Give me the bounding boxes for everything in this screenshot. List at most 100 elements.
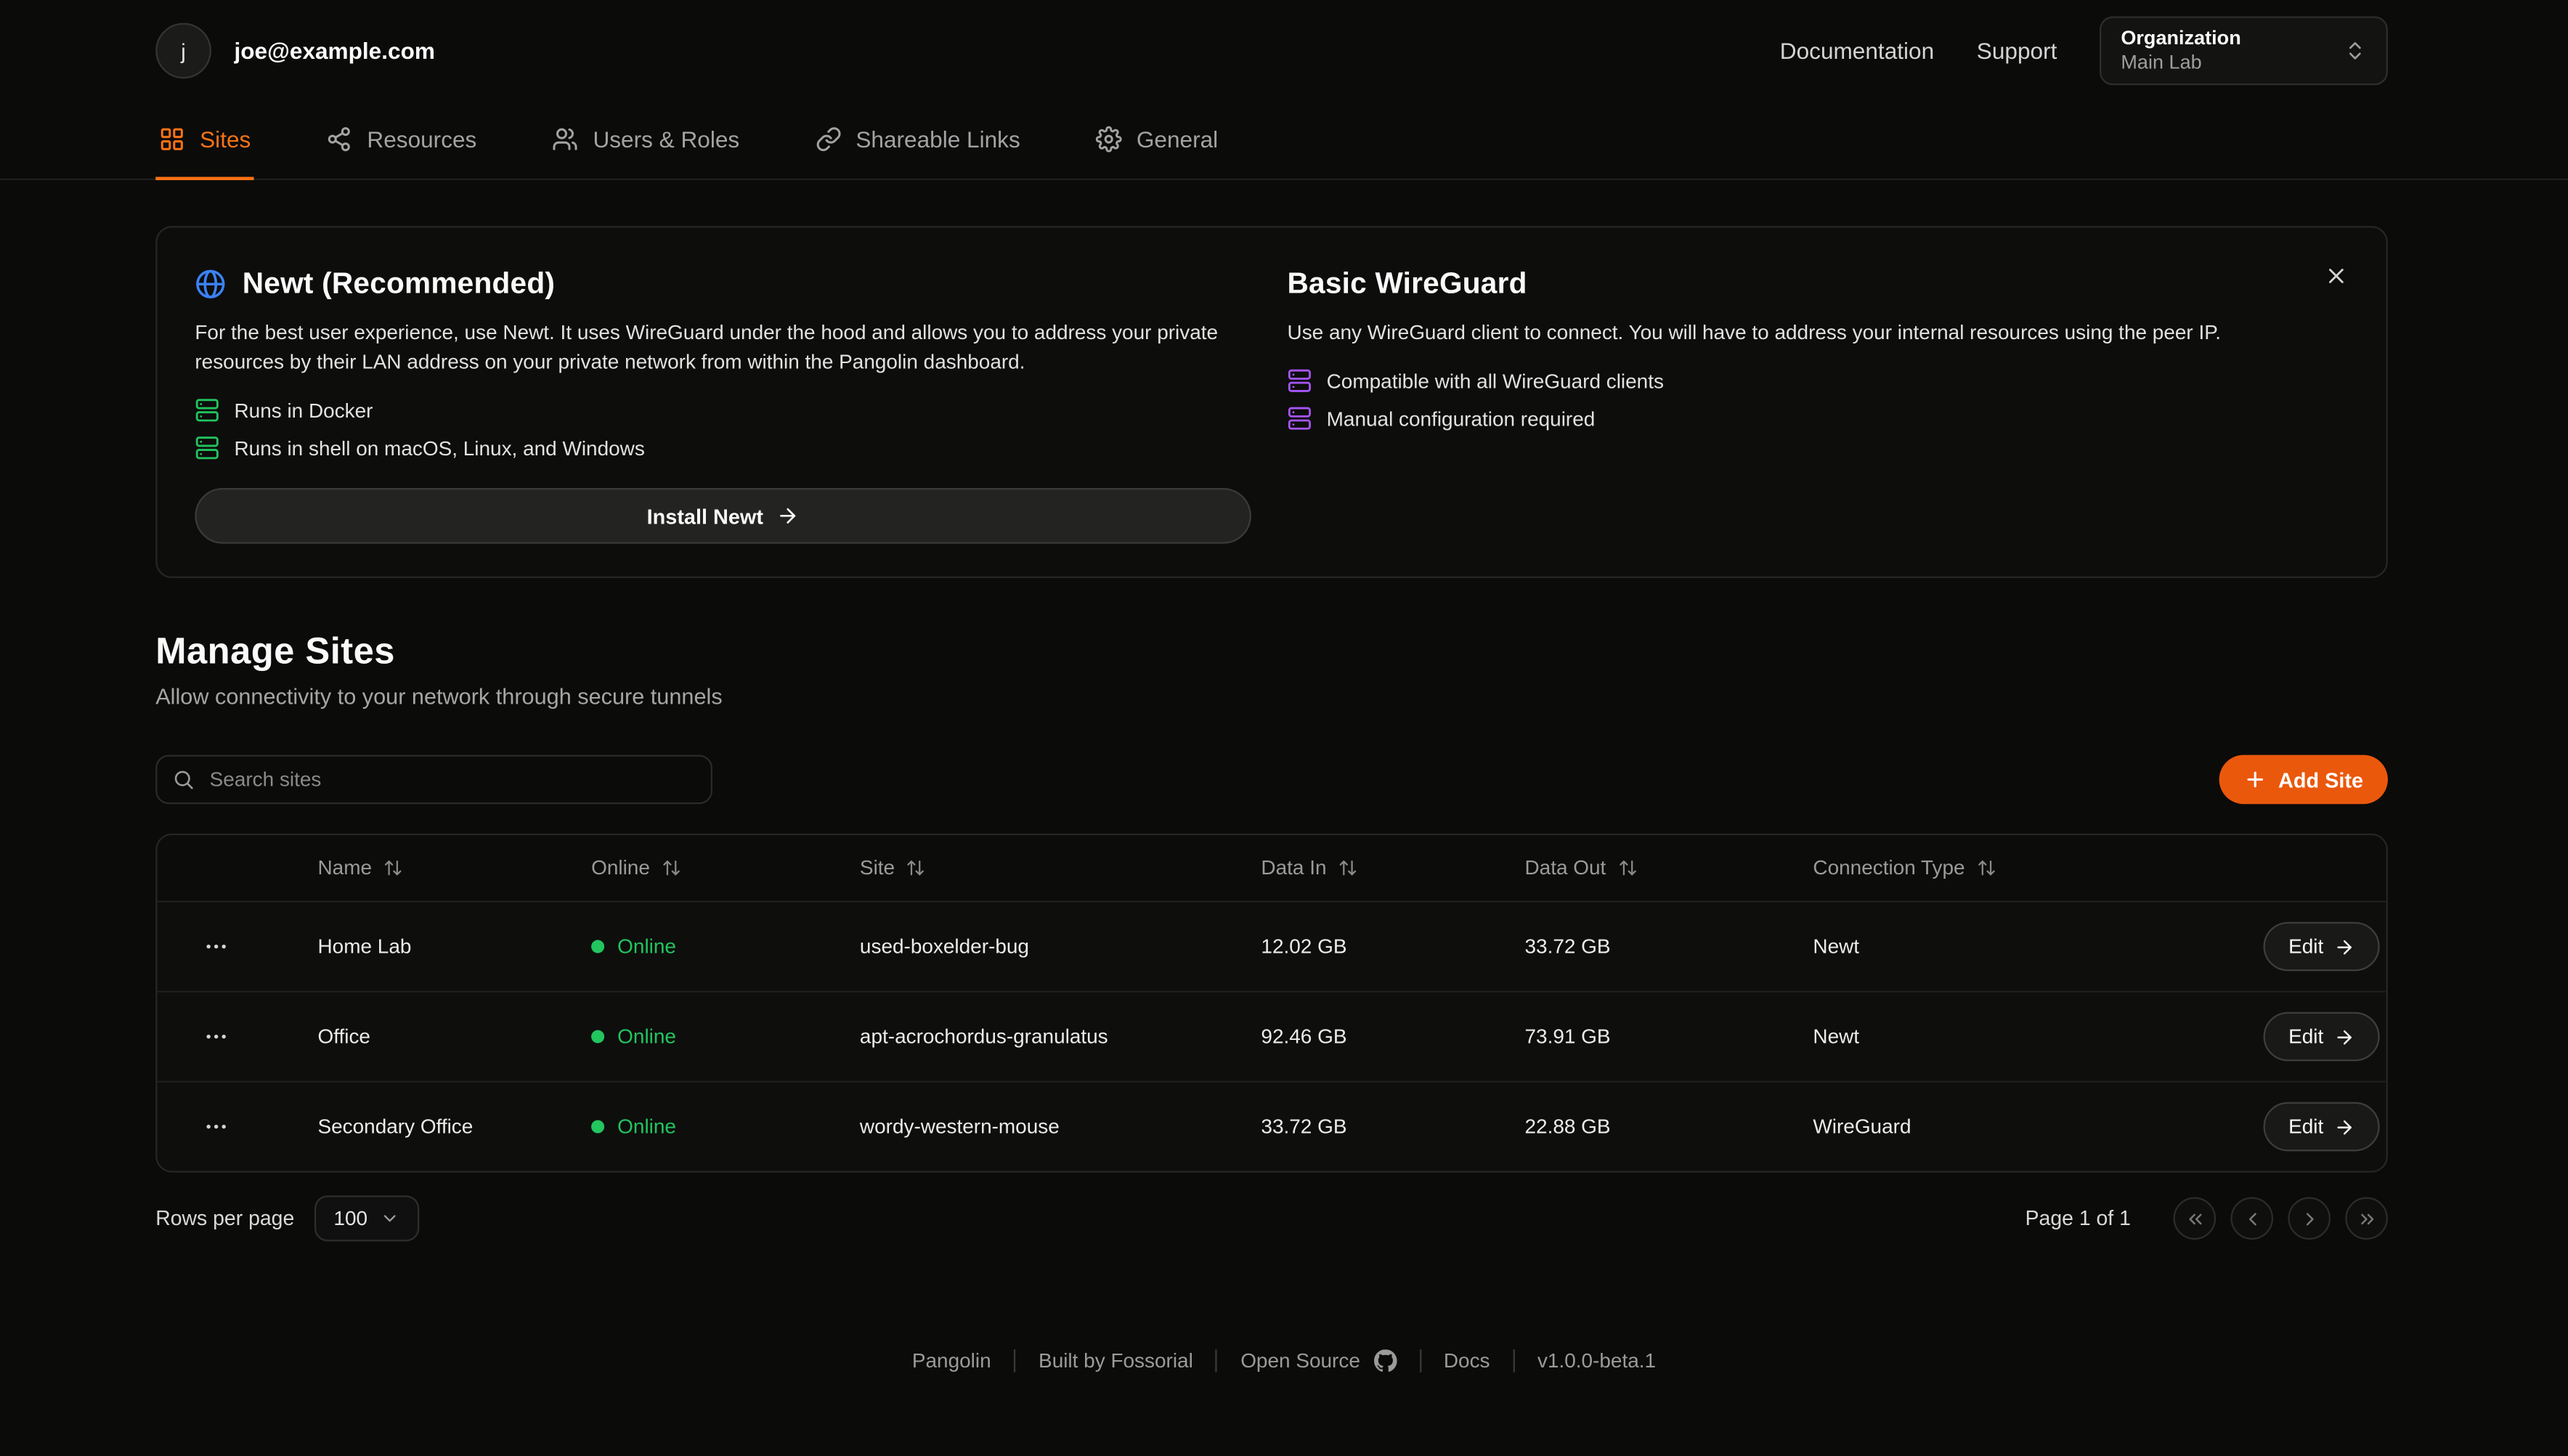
online-dot bbox=[591, 1030, 604, 1043]
newt-feature: Runs in Docker bbox=[195, 398, 1251, 423]
row-menu-button[interactable] bbox=[193, 1019, 239, 1055]
tab-users-roles[interactable]: Users & Roles bbox=[549, 102, 743, 179]
main-nav: Sites Resources Users & Roles Shareable … bbox=[155, 102, 2388, 179]
grid-icon bbox=[159, 126, 185, 152]
tab-label: Sites bbox=[200, 126, 251, 152]
tab-resources[interactable]: Resources bbox=[323, 102, 480, 179]
data-out: 33.72 GB bbox=[1511, 935, 1800, 959]
search-icon bbox=[172, 768, 195, 792]
sort-icon bbox=[1976, 858, 1996, 878]
wireguard-panel: Basic WireGuard Use any WireGuard client… bbox=[1288, 267, 2344, 544]
ellipsis-icon bbox=[203, 933, 229, 959]
wireguard-title: Basic WireGuard bbox=[1288, 267, 1527, 301]
connection-type: Newt bbox=[1800, 1025, 2237, 1049]
share-nodes-icon bbox=[326, 126, 352, 152]
globe-icon bbox=[195, 269, 226, 300]
ellipsis-icon bbox=[203, 1023, 229, 1049]
column-label: Connection Type bbox=[1813, 856, 1964, 879]
table-header-row: Name Online Site Data In Data Out bbox=[157, 835, 2386, 900]
row-menu-button[interactable] bbox=[193, 929, 239, 965]
footer-built-by: Built by Fossorial bbox=[1039, 1349, 1193, 1372]
newt-description: For the best user experience, use Newt. … bbox=[195, 317, 1251, 376]
chevrons-up-down-icon bbox=[2344, 39, 2367, 62]
chevron-down-icon bbox=[381, 1208, 400, 1228]
footer-brand: Pangolin bbox=[912, 1349, 991, 1372]
footer-divider bbox=[1419, 1349, 1421, 1372]
footer-divider bbox=[1216, 1349, 1217, 1372]
site-name: Home Lab bbox=[304, 935, 578, 959]
connection-methods-card: Newt (Recommended) For the best user exp… bbox=[155, 226, 2388, 578]
status-badge: Online bbox=[591, 935, 847, 959]
page-subtitle: Allow connectivity to your network throu… bbox=[155, 685, 2388, 709]
docs-link[interactable]: Docs bbox=[1444, 1349, 1490, 1372]
server-icon bbox=[1288, 368, 1312, 393]
tab-label: Users & Roles bbox=[593, 126, 739, 152]
column-label: Name bbox=[317, 856, 372, 879]
next-page-button[interactable] bbox=[2288, 1197, 2331, 1240]
documentation-link[interactable]: Documentation bbox=[1780, 38, 1934, 64]
rows-per-page-value: 100 bbox=[333, 1207, 367, 1230]
row-menu-button[interactable] bbox=[193, 1109, 239, 1145]
tab-label: General bbox=[1137, 126, 1218, 152]
support-link[interactable]: Support bbox=[1977, 38, 2057, 64]
online-dot bbox=[591, 940, 604, 953]
edit-button[interactable]: Edit bbox=[2264, 922, 2380, 972]
org-selector-value: Main Lab bbox=[2121, 51, 2240, 76]
sort-data-in[interactable]: Data In bbox=[1248, 856, 1511, 879]
add-site-button[interactable]: Add Site bbox=[2219, 755, 2388, 805]
site-name: Office bbox=[304, 1025, 578, 1049]
edit-label: Edit bbox=[2288, 1025, 2323, 1049]
rows-per-page-label: Rows per page bbox=[155, 1207, 294, 1230]
tab-general[interactable]: General bbox=[1092, 102, 1222, 179]
sort-online[interactable]: Online bbox=[578, 856, 847, 879]
sort-connection-type[interactable]: Connection Type bbox=[1800, 856, 2237, 879]
sites-table: Name Online Site Data In Data Out bbox=[155, 834, 2388, 1173]
last-page-button[interactable] bbox=[2345, 1197, 2388, 1240]
data-in: 92.46 GB bbox=[1248, 1025, 1511, 1049]
sort-name[interactable]: Name bbox=[304, 856, 578, 879]
user-menu[interactable]: j joe@example.com bbox=[155, 23, 435, 79]
arrow-right-icon bbox=[2333, 1116, 2354, 1137]
rows-per-page-select[interactable]: 100 bbox=[314, 1195, 420, 1241]
sort-data-out[interactable]: Data Out bbox=[1511, 856, 1800, 879]
chevrons-right-icon bbox=[2356, 1208, 2377, 1229]
feature-label: Compatible with all WireGuard clients bbox=[1327, 370, 1664, 393]
footer-version: v1.0.0-beta.1 bbox=[1537, 1349, 1656, 1372]
add-site-label: Add Site bbox=[2278, 768, 2363, 792]
previous-page-button[interactable] bbox=[2230, 1197, 2273, 1240]
install-newt-button[interactable]: Install Newt bbox=[195, 488, 1251, 544]
user-email: joe@example.com bbox=[234, 38, 434, 64]
feature-label: Manual configuration required bbox=[1327, 407, 1596, 430]
link-icon bbox=[815, 126, 841, 152]
org-selector[interactable]: Organization Main Lab bbox=[2100, 17, 2388, 86]
edit-button[interactable]: Edit bbox=[2264, 1012, 2380, 1062]
connection-type: WireGuard bbox=[1800, 1115, 2237, 1139]
tab-label: Resources bbox=[367, 126, 476, 152]
site-name: Secondary Office bbox=[304, 1115, 578, 1139]
column-label: Site bbox=[860, 856, 895, 879]
search-input[interactable] bbox=[155, 755, 712, 805]
arrow-right-icon bbox=[2333, 936, 2354, 957]
top-bar: j joe@example.com Documentation Support … bbox=[0, 0, 2568, 180]
newt-panel: Newt (Recommended) For the best user exp… bbox=[195, 267, 1251, 544]
sort-icon bbox=[662, 858, 681, 878]
newt-title: Newt (Recommended) bbox=[243, 267, 555, 301]
edit-button[interactable]: Edit bbox=[2264, 1102, 2380, 1152]
wireguard-feature: Manual configuration required bbox=[1288, 406, 2344, 431]
edit-label: Edit bbox=[2288, 935, 2323, 959]
close-icon[interactable] bbox=[2314, 254, 2357, 297]
sort-icon bbox=[1617, 858, 1637, 878]
avatar[interactable]: j bbox=[155, 23, 211, 79]
open-source-link[interactable]: Open Source bbox=[1240, 1349, 1396, 1372]
site-id: apt-acrochordus-granulatus bbox=[847, 1025, 1248, 1049]
sort-site[interactable]: Site bbox=[847, 856, 1248, 879]
column-label: Data In bbox=[1261, 856, 1326, 879]
online-dot bbox=[591, 1120, 604, 1133]
data-in: 12.02 GB bbox=[1248, 935, 1511, 959]
tab-sites[interactable]: Sites bbox=[155, 102, 254, 179]
tab-shareable-links[interactable]: Shareable Links bbox=[811, 102, 1023, 179]
users-icon bbox=[552, 126, 578, 152]
feature-label: Runs in shell on macOS, Linux, and Windo… bbox=[234, 436, 644, 460]
first-page-button[interactable] bbox=[2174, 1197, 2216, 1240]
org-selector-label: Organization bbox=[2121, 26, 2240, 51]
